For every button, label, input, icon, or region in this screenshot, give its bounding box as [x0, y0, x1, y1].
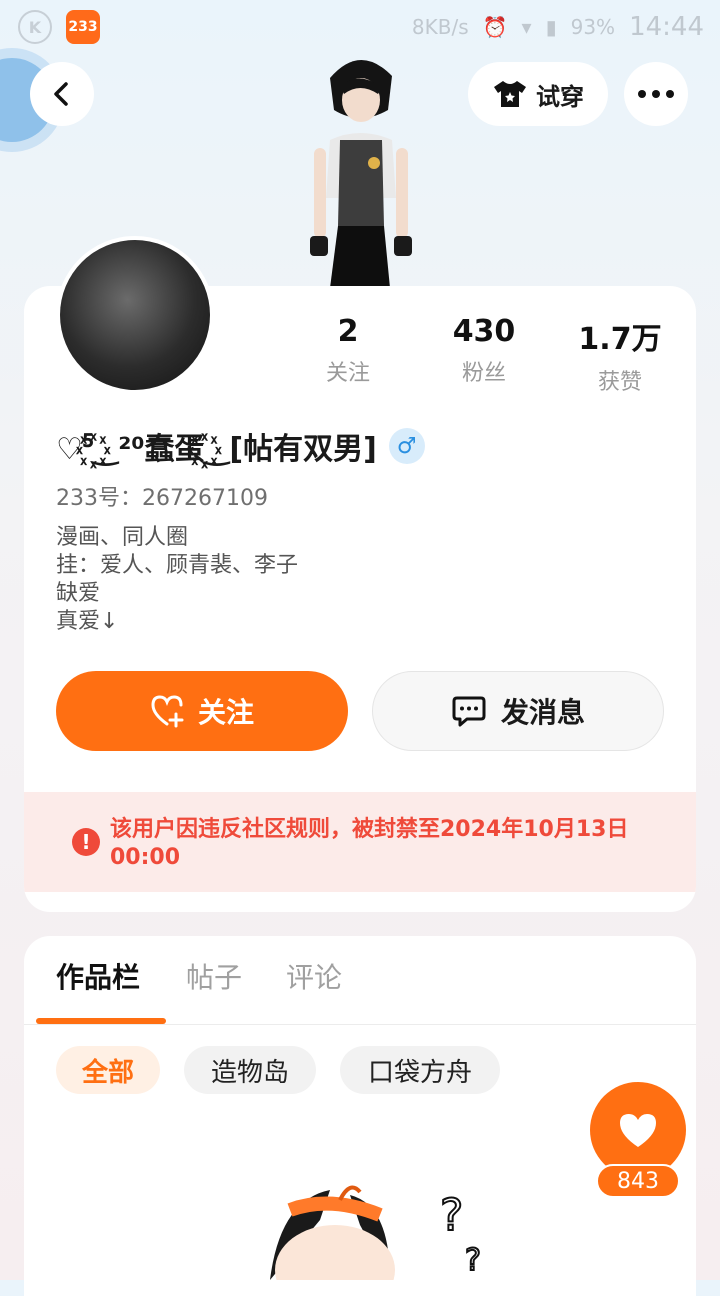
likes-label: 获赞 [597, 370, 642, 395]
follow-button[interactable]: 关注 [56, 671, 348, 751]
heart-plus-icon [151, 695, 184, 728]
battery-icon: ▮ [545, 15, 557, 39]
battery-level: 93% [570, 15, 616, 39]
svg-text:?: ? [465, 1243, 481, 1278]
chat-bubble-icon [452, 696, 486, 727]
heart-icon [620, 1114, 656, 1147]
stat-followers[interactable]: 430 粉丝 [424, 314, 544, 387]
bio-line: 真爱↓ [56, 609, 119, 634]
username-row: ♡⁵꙰‿²⁰蠢蛋꙰‿[帖有双男] ♂ [56, 424, 425, 468]
filter-creation-island[interactable]: 造物岛 [184, 1046, 316, 1094]
avatar-image [60, 240, 210, 390]
user-id[interactable]: 233号：267267109 [56, 480, 268, 512]
following-count: 2 [337, 314, 359, 349]
app-233-icon: 233 [66, 10, 100, 44]
chevron-left-icon [54, 82, 68, 106]
post-thumbnail[interactable]: ? ? [240, 1180, 520, 1280]
stat-likes[interactable]: 1.7万 获赞 [560, 314, 680, 396]
svg-text:?: ? [440, 1190, 463, 1241]
tab-works[interactable]: 作品栏 [56, 956, 140, 996]
message-button[interactable]: 发消息 [372, 671, 664, 751]
back-button[interactable] [30, 62, 94, 126]
bio-line: 缺爱 [56, 581, 101, 606]
filter-pocket-ark[interactable]: 口袋方舟 [340, 1046, 500, 1094]
clock: 14:44 [629, 12, 704, 42]
filter-all[interactable]: 全部 [56, 1046, 160, 1094]
bio-line: 漫画、同人圈 [56, 525, 189, 550]
more-icon [638, 90, 674, 98]
ban-notice-text: 该用户因违反社区规则，被封禁至2024年10月13日 00:00 [110, 817, 629, 870]
username: ♡⁵꙰‿²⁰蠢蛋꙰‿[帖有双男] [56, 432, 377, 467]
message-label: 发消息 [500, 696, 585, 729]
wifi-icon: ▾ [521, 15, 532, 39]
status-bar: K 233 8KB/s ⏰ ▾ ▮ 93% 14:44 [0, 0, 720, 52]
try-on-label: 试穿 [536, 82, 584, 111]
alarm-icon: ⏰ [482, 15, 508, 39]
k-app-icon: K [18, 10, 52, 44]
alert-icon: ! [72, 828, 100, 856]
bio-line: 挂：爱人、顾青裴、李子 [56, 553, 299, 578]
likes-count: 1.7万 [578, 322, 662, 357]
stat-following[interactable]: 2 关注 [288, 314, 408, 387]
divider [24, 1024, 696, 1025]
ban-notice: ! 该用户因违反社区规则，被封禁至2024年10月13日 00:00 [24, 792, 696, 892]
tab-comments[interactable]: 评论 [286, 956, 342, 996]
followers-count: 430 [452, 314, 516, 349]
bio: 漫画、同人圈 挂：爱人、顾青裴、李子 缺爱 真爱↓ [56, 524, 298, 636]
more-button[interactable] [624, 62, 688, 126]
tshirt-icon [494, 81, 526, 107]
avatar-character[interactable] [300, 48, 420, 288]
gender-male-icon: ♂ [388, 428, 425, 464]
following-label: 关注 [325, 361, 370, 386]
tab-posts[interactable]: 帖子 [186, 956, 242, 996]
avatar[interactable] [56, 236, 214, 394]
like-count: 843 [596, 1164, 680, 1198]
follow-label: 关注 [197, 696, 254, 729]
try-on-button[interactable]: 试穿 [468, 62, 608, 126]
followers-label: 粉丝 [461, 361, 506, 386]
network-speed: 8KB/s [411, 15, 469, 39]
